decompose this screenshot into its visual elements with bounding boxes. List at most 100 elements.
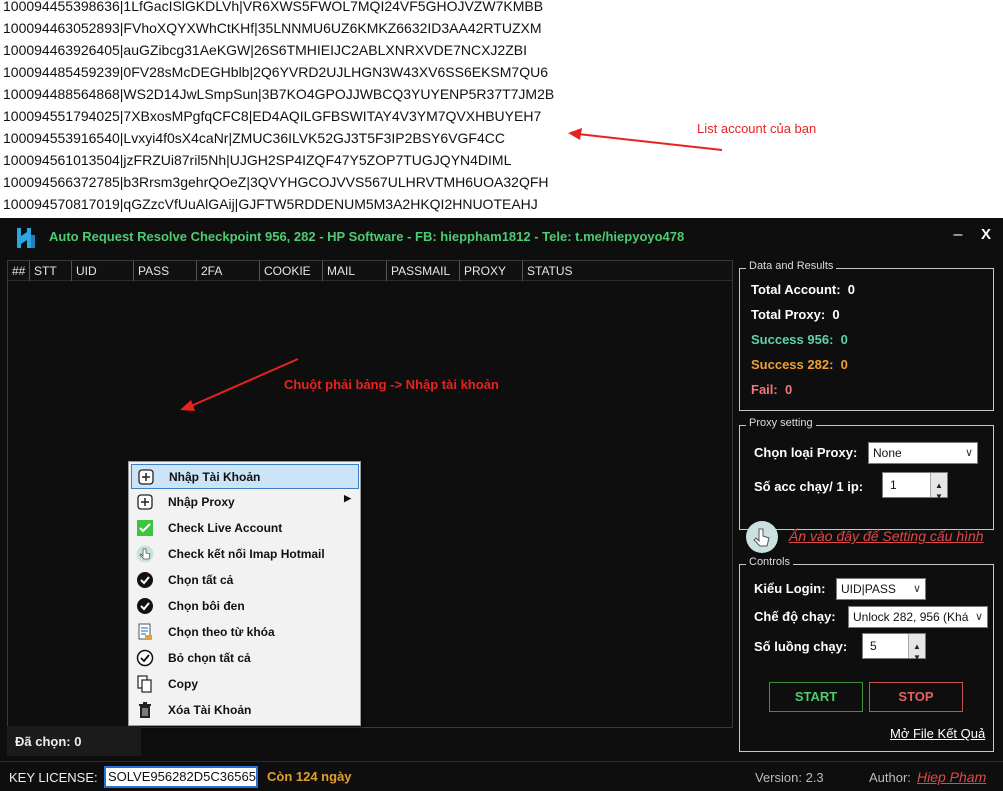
menu-item-deselect-all[interactable]: Bỏ chọn tất cả — [131, 646, 359, 671]
menu-item-check-imap[interactable]: Check kết nối Imap Hotmail — [131, 542, 359, 567]
hand-pointer-icon[interactable] — [746, 521, 778, 553]
select-value: UID|PASS — [841, 582, 896, 596]
stepper-buttons[interactable]: ▲ ▼ — [930, 473, 947, 501]
menu-item-import-proxy[interactable]: Nhập Proxy ▶ — [131, 490, 359, 515]
account-list-text: 100094455398636|1LfGacISlGKDLVh|VR6XWS5F… — [0, 0, 1003, 218]
status-bar: KEY LICENSE: SOLVE956282D5C36565I Còn 12… — [0, 761, 1003, 791]
submenu-arrow-icon: ▶ — [344, 493, 351, 503]
menu-item-delete-account[interactable]: Xóa Tài Khoản — [131, 698, 359, 723]
stat-value: 0 — [847, 282, 856, 297]
green-check-icon — [137, 520, 153, 536]
menu-item-import-account[interactable]: Nhập Tài Khoản — [131, 464, 359, 489]
run-mode-label: Chế độ chạy: — [754, 609, 836, 624]
stat-label: Total Account: — [751, 282, 841, 297]
account-table[interactable]: ## STT UID PASS 2FA COOKIE MAIL PASSMAIL… — [7, 260, 733, 728]
copy-icon — [137, 675, 152, 693]
proxy-setting-group: Proxy setting Chọn loại Proxy: None ∨ Số… — [739, 417, 994, 530]
trash-icon — [139, 702, 151, 718]
stat-label: Total Proxy: — [751, 307, 826, 322]
stat-total-proxy: Total Proxy: 0 — [751, 307, 840, 322]
proxy-type-select[interactable]: None ∨ — [868, 442, 978, 464]
minimize-button[interactable]: – — [948, 224, 968, 246]
menu-item-copy[interactable]: Copy — [131, 672, 359, 697]
window-title: Auto Request Resolve Checkpoint 956, 282… — [49, 229, 685, 244]
start-button[interactable]: START — [769, 682, 863, 712]
stepper-buttons[interactable]: ▲ ▼ — [908, 634, 925, 662]
app-window: Auto Request Resolve Checkpoint 956, 282… — [0, 218, 1003, 791]
version-label: Version: 2.3 — [755, 770, 824, 785]
down-arrow-icon[interactable]: ▼ — [913, 646, 921, 670]
open-result-file-link[interactable]: Mở File Kết Quả — [890, 726, 985, 741]
login-type-label: Kiểu Login: — [754, 581, 826, 596]
plus-box-icon — [137, 494, 153, 510]
document-icon — [138, 623, 152, 640]
annotation-arrow-icon — [180, 358, 299, 411]
menu-item-label: Nhập Proxy — [168, 495, 235, 509]
setting-config-link[interactable]: Ấn vào đây để Setting cấu hình — [789, 528, 984, 544]
stat-label: Success 956: — [751, 332, 834, 347]
menu-item-label: Check kết nối Imap Hotmail — [168, 547, 325, 561]
title-bar: Auto Request Resolve Checkpoint 956, 282… — [0, 218, 1003, 256]
proxy-type-label: Chọn loại Proxy: — [754, 445, 858, 460]
plus-box-icon — [138, 469, 154, 485]
annotation-arrow-icon — [568, 128, 723, 151]
menu-item-select-all[interactable]: Chọn tất cả — [131, 568, 359, 593]
hand-pointer-icon — [136, 545, 154, 563]
stat-label: Fail: — [751, 382, 778, 397]
check-circle-icon — [137, 598, 153, 614]
stop-button[interactable]: STOP — [869, 682, 963, 712]
threads-stepper[interactable]: 5 ▲ ▼ — [862, 633, 926, 662]
stat-value: 0 — [840, 357, 848, 372]
author-label: Author: — [869, 770, 911, 785]
controls-group: Controls Kiểu Login: UID|PASS ∨ Chế độ c… — [739, 556, 994, 752]
menu-item-label: Chọn tất cả — [168, 573, 234, 587]
data-results-group: Data and Results Total Account: 0 Total … — [739, 260, 994, 411]
close-button[interactable]: X — [975, 224, 997, 246]
menu-item-select-keyword[interactable]: Chọn theo từ khóa — [131, 620, 359, 645]
menu-item-label: Xóa Tài Khoản — [168, 703, 252, 717]
threads-label: Số luồng chạy: — [754, 639, 848, 654]
key-license-label: KEY LICENSE: — [9, 770, 98, 785]
key-license-input[interactable]: SOLVE956282D5C36565I — [104, 766, 258, 788]
stepper-value: 5 — [870, 639, 877, 653]
app-logo-icon — [17, 228, 35, 248]
menu-item-label: Check Live Account — [168, 521, 283, 535]
stat-success-956: Success 956: 0 — [751, 332, 848, 347]
stat-total-account: Total Account: 0 — [751, 282, 855, 297]
menu-item-select-highlighted[interactable]: Chọn bôi đen — [131, 594, 359, 619]
select-value: Unlock 282, 956 (Khá — [853, 610, 969, 624]
stat-value: 0 — [840, 332, 848, 347]
chevron-down-icon: ∨ — [964, 447, 973, 459]
down-arrow-icon[interactable]: ▼ — [935, 485, 943, 509]
stat-value: 0 — [784, 382, 793, 397]
stat-fail: Fail: 0 — [751, 382, 792, 397]
author-link[interactable]: Hiep Pham — [917, 769, 986, 785]
check-circle-icon — [137, 572, 153, 588]
context-menu: Nhập Tài Khoản Nhập Proxy ▶ Check Live A… — [128, 461, 361, 726]
annotation-list-account: List account của bạn — [697, 121, 817, 136]
check-circle-outline-icon — [136, 649, 154, 667]
acc-per-ip-label: Số acc chạy/ 1 ip: — [754, 479, 864, 494]
group-title: Proxy setting — [746, 417, 816, 429]
select-value: None — [873, 446, 902, 460]
selected-count: Đã chọn: 0 — [7, 726, 141, 756]
selected-value: 0 — [74, 734, 82, 749]
days-left-badge: Còn 124 ngày — [267, 769, 352, 784]
menu-item-label: Chọn theo từ khóa — [168, 625, 275, 639]
chevron-down-icon: ∨ — [912, 583, 921, 595]
stepper-value: 1 — [890, 478, 897, 492]
menu-item-label: Bỏ chọn tất cả — [168, 651, 251, 665]
stat-label: Success 282: — [751, 357, 834, 372]
menu-item-label: Nhập Tài Khoản — [169, 470, 261, 484]
menu-item-label: Chọn bôi đen — [168, 599, 245, 613]
menu-item-check-live[interactable]: Check Live Account — [131, 516, 359, 541]
stat-success-282: Success 282: 0 — [751, 357, 848, 372]
selected-label: Đã chọn: — [15, 734, 71, 749]
stat-value: 0 — [832, 307, 840, 322]
run-mode-select[interactable]: Unlock 282, 956 (Khá ∨ — [848, 606, 988, 628]
group-title: Controls — [746, 556, 793, 568]
chevron-down-icon: ∨ — [974, 607, 983, 627]
login-type-select[interactable]: UID|PASS ∨ — [836, 578, 926, 600]
group-title: Data and Results — [746, 260, 837, 272]
acc-per-ip-stepper[interactable]: 1 ▲ ▼ — [882, 472, 948, 501]
